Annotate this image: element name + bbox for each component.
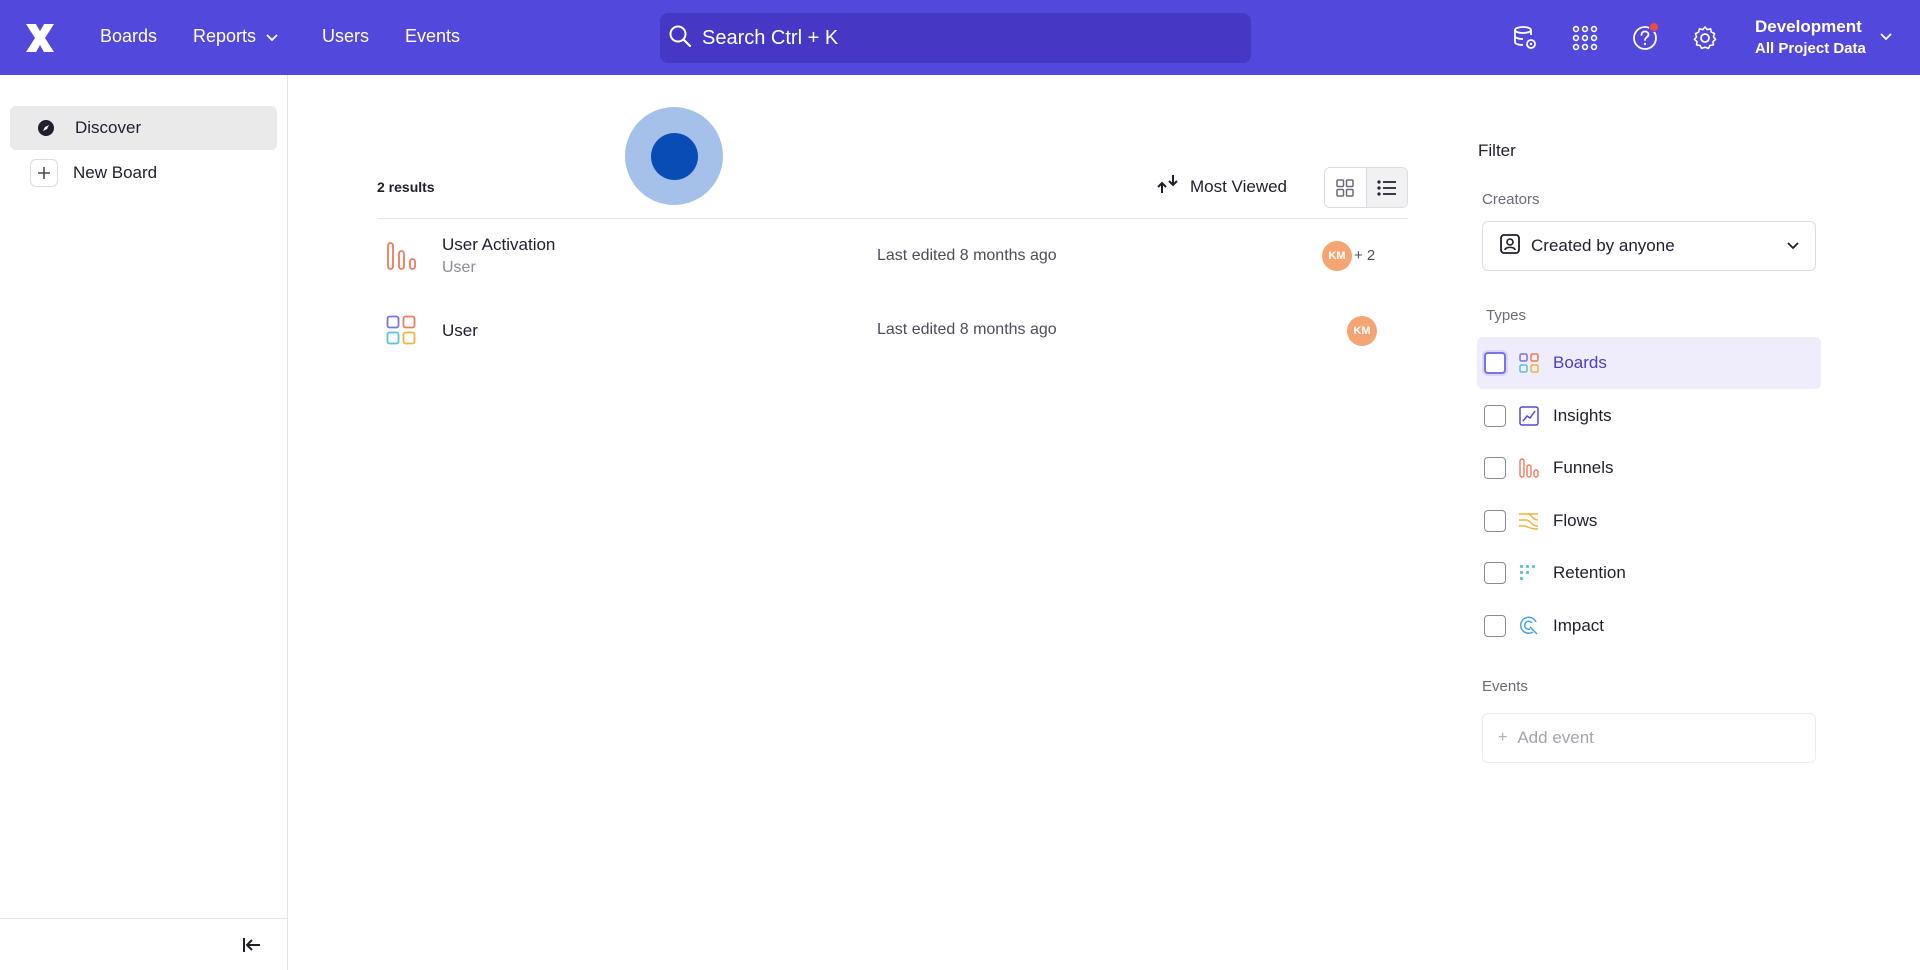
result-row[interactable]: User Last edited 8 months ago KM (377, 296, 1408, 366)
nav-users[interactable]: Users (322, 26, 369, 47)
type-filter-funnels[interactable]: Funnels (1477, 442, 1821, 494)
results-count: 2 results (377, 179, 435, 195)
search-input[interactable]: Search Ctrl + K (660, 13, 1251, 63)
boards-checkbox[interactable] (1484, 352, 1506, 374)
nav-events[interactable]: Events (405, 26, 460, 47)
project-switcher[interactable]: Development All Project Data (1755, 17, 1892, 57)
view-toggle (1324, 167, 1408, 208)
result-title: User (442, 321, 478, 340)
list-icon (1377, 179, 1396, 196)
results-divider (377, 218, 1408, 219)
grid-icon (1336, 178, 1355, 197)
result-title: User Activation (442, 235, 556, 254)
retention-icon (1518, 562, 1540, 584)
list-view-button[interactable] (1365, 168, 1407, 207)
board-icon (1518, 352, 1540, 374)
sort-arrows-icon (1156, 173, 1180, 200)
plus-icon (30, 159, 58, 187)
type-filter-flows[interactable]: Flows (1477, 495, 1821, 547)
add-event-label: Add event (1517, 728, 1594, 747)
flows-checkbox[interactable] (1484, 510, 1506, 532)
nav-reports-label: Reports (193, 26, 257, 46)
retention-checkbox[interactable] (1484, 562, 1506, 584)
sidebar-item-new-board[interactable]: New Board (10, 151, 277, 195)
board-icon (386, 315, 418, 347)
filter-title: Filter (1478, 141, 1516, 160)
add-event-button[interactable]: + Add event (1482, 713, 1816, 763)
type-label: Retention (1553, 563, 1626, 582)
type-filter-insights[interactable]: Insights (1477, 390, 1821, 442)
type-label: Insights (1553, 406, 1612, 425)
type-label: Impact (1553, 616, 1605, 635)
impact-checkbox[interactable] (1484, 615, 1506, 637)
type-label: Boards (1553, 353, 1607, 372)
creators-label: Creators (1482, 191, 1540, 208)
project-name: Development (1755, 17, 1862, 36)
notification-dot (1649, 22, 1659, 32)
gear-icon[interactable] (1689, 22, 1721, 54)
more-collaborators: + 2 (1354, 247, 1376, 264)
nav-reports[interactable]: Reports (193, 26, 278, 47)
grid-view-button[interactable] (1325, 168, 1366, 207)
sort-button[interactable]: Most Viewed (1156, 173, 1287, 200)
funnels-checkbox[interactable] (1484, 457, 1506, 479)
type-filter-boards[interactable]: Boards (1477, 337, 1821, 389)
project-scope: All Project Data (1755, 40, 1866, 57)
top-nav-bar: Boards Reports Users Events Search Ctrl … (0, 0, 1920, 75)
type-label: Flows (1553, 511, 1598, 530)
chevron-down-icon (1880, 28, 1892, 46)
type-label: Funnels (1553, 458, 1614, 477)
search-icon (668, 24, 692, 53)
result-row[interactable]: User Activation User Last edited 8 month… (377, 222, 1408, 292)
plus-icon: + (1498, 729, 1508, 746)
type-filter-retention[interactable]: Retention (1477, 547, 1821, 599)
collapse-sidebar-icon[interactable] (239, 933, 265, 957)
types-label: Types (1486, 307, 1527, 324)
user-badge-icon (1499, 233, 1521, 260)
chevron-down-icon (266, 26, 278, 47)
data-settings-icon[interactable] (1509, 22, 1541, 54)
funnels-icon (1518, 457, 1540, 479)
mixpanel-logo[interactable] (22, 20, 58, 56)
sort-label: Most Viewed (1190, 176, 1288, 196)
creators-value: Created by anyone (1531, 236, 1675, 255)
flows-icon (1518, 510, 1540, 532)
creators-dropdown[interactable]: Created by anyone (1482, 221, 1816, 271)
sidebar-footer (0, 918, 288, 970)
sidebar-item-label: New Board (73, 163, 158, 182)
click-indicator-dot (651, 133, 698, 180)
help-icon[interactable] (1629, 22, 1661, 54)
apps-grid-icon[interactable] (1569, 22, 1601, 54)
result-edited: Last edited 8 months ago (877, 247, 1057, 264)
type-filter-impact[interactable]: Impact (1477, 600, 1821, 652)
avatar: KM (1347, 316, 1377, 346)
sidebar: Discover New Board (0, 75, 288, 970)
result-edited: Last edited 8 months ago (877, 321, 1057, 338)
chevron-down-icon (1787, 237, 1799, 255)
events-label: Events (1482, 678, 1528, 695)
search-placeholder: Search Ctrl + K (702, 26, 839, 49)
sidebar-item-discover[interactable]: Discover (10, 106, 277, 150)
compass-icon (32, 114, 60, 142)
insights-icon (1518, 405, 1540, 427)
result-subtitle: User (442, 259, 476, 276)
impact-icon (1518, 615, 1540, 637)
funnels-icon (386, 240, 418, 272)
avatar: KM (1322, 241, 1352, 271)
sidebar-item-label: Discover (75, 118, 142, 137)
insights-checkbox[interactable] (1484, 405, 1506, 427)
nav-boards[interactable]: Boards (100, 26, 157, 47)
